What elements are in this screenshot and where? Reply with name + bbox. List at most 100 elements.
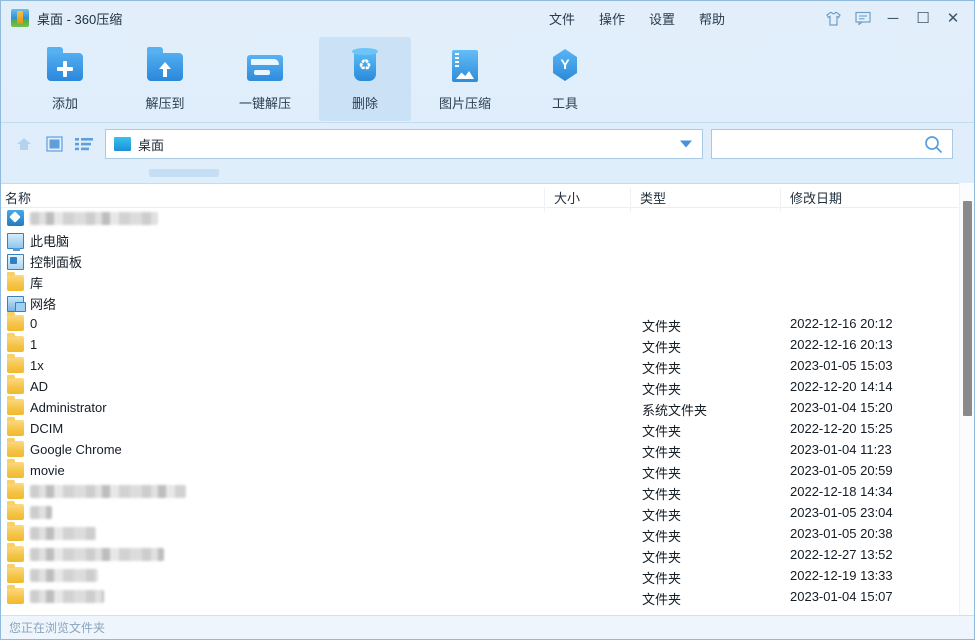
redacted-file-name	[30, 526, 96, 540]
table-row[interactable]: 网络	[1, 292, 974, 313]
table-row[interactable]: 0 文件夹 2022-12-16 20:12	[1, 312, 974, 334]
cell-name	[7, 543, 164, 562]
file-list: 名称 大小 类型 修改日期 此电脑 控制面板库网络 0 文件夹 2022-12-16 2…	[1, 183, 974, 615]
cell-name: 此电脑	[7, 231, 70, 251]
cell-name: 0	[7, 312, 37, 331]
table-row[interactable]: 控制面板	[1, 250, 974, 271]
file-name: 此电脑	[30, 234, 70, 249]
up-arrow-icon[interactable]	[11, 132, 37, 156]
table-row[interactable]: 文件夹 2023-01-04 15:07	[1, 585, 974, 607]
thumbnail-view-icon[interactable]	[41, 132, 67, 156]
app-icon	[7, 210, 24, 226]
cell-date: 2022-12-19 13:33	[790, 568, 893, 583]
shirt-icon[interactable]	[818, 5, 848, 31]
cell-name: 1	[7, 333, 38, 352]
list-view-icon[interactable]	[71, 132, 97, 156]
cell-date: 2022-12-16 20:12	[790, 316, 893, 331]
cell-type: 文件夹	[642, 487, 682, 502]
column-header-date[interactable]: 修改日期	[790, 188, 842, 207]
search-icon[interactable]	[924, 135, 943, 159]
redacted-file-name	[30, 505, 52, 519]
cell-type: 文件夹	[642, 571, 682, 586]
menu-help[interactable]: 帮助	[687, 5, 737, 32]
cell-type: 文件夹	[642, 445, 682, 460]
chevron-down-icon[interactable]	[680, 140, 692, 148]
toolbar-button-delete[interactable]: 删除	[319, 36, 411, 121]
horizontal-scrollbar[interactable]	[149, 169, 219, 177]
folder-icon	[7, 417, 24, 436]
menu-file[interactable]: 文件	[537, 5, 587, 32]
search-input[interactable]	[720, 131, 920, 157]
toolbar-button-extract-to[interactable]: 解压到	[119, 37, 211, 121]
cell-name: 1x	[7, 354, 44, 373]
table-row[interactable]: 文件夹 2023-01-05 20:38	[1, 522, 974, 544]
file-name: 1x	[30, 357, 44, 373]
folder-icon	[7, 501, 24, 520]
path-combobox[interactable]: 桌面	[105, 129, 703, 159]
table-row[interactable]: 库	[1, 271, 974, 292]
window-controls: ─ ☐ ✕	[818, 1, 968, 35]
file-name: movie	[30, 462, 65, 478]
status-text: 您正在浏览文件夹	[9, 621, 106, 635]
column-header-row: 名称 大小 类型 修改日期	[1, 184, 974, 212]
toolbar-button-one-click-extract[interactable]: 一键解压	[219, 37, 311, 121]
cell-date: 2023-01-05 23:04	[790, 505, 893, 520]
cell-name: DCIM	[7, 417, 64, 436]
table-row[interactable]: Google Chrome 文件夹 2023-01-04 11:23	[1, 438, 974, 460]
toolbar-button-tools[interactable]: 工具	[519, 37, 611, 121]
cell-type: 文件夹	[642, 340, 682, 355]
cell-name	[7, 585, 104, 604]
cell-date: 2023-01-05 20:59	[790, 463, 893, 478]
tools-icon	[543, 45, 587, 85]
file-name: DCIM	[30, 420, 64, 436]
cell-type: 文件夹	[642, 529, 682, 544]
table-row[interactable]: Administrator 系统文件夹 2023-01-04 15:20	[1, 396, 974, 418]
redacted-file-name	[30, 589, 104, 603]
folder-icon	[7, 543, 24, 562]
vertical-scrollbar[interactable]	[959, 183, 974, 615]
toolbar-button-image-compress[interactable]: 图片压缩	[419, 37, 511, 121]
table-row[interactable]: 文件夹 2022-12-19 13:33	[1, 564, 974, 586]
column-header-type[interactable]: 类型	[640, 188, 666, 207]
folder-icon	[7, 375, 24, 394]
message-icon[interactable]	[848, 5, 878, 31]
table-row[interactable]: 1 文件夹 2022-12-16 20:13	[1, 333, 974, 355]
cell-name	[7, 564, 98, 583]
file-name: 1	[30, 336, 38, 352]
search-box[interactable]	[711, 129, 953, 159]
file-name: 网络	[30, 297, 57, 312]
cell-date: 2023-01-05 15:03	[790, 358, 893, 373]
title-bar: 桌面 - 360压缩 文件 操作 设置 帮助 ─ ☐ ✕	[1, 1, 974, 35]
table-row[interactable]: 文件夹 2023-01-05 23:04	[1, 501, 974, 523]
table-row[interactable]	[1, 208, 974, 229]
table-row[interactable]: 1x 文件夹 2023-01-05 15:03	[1, 354, 974, 376]
maximize-button[interactable]: ☐	[908, 5, 938, 31]
cell-date: 2022-12-16 20:13	[790, 337, 893, 352]
toolbar-button-add[interactable]: 添加	[19, 37, 111, 121]
table-row[interactable]: AD 文件夹 2022-12-20 14:14	[1, 375, 974, 397]
menu-bar: 文件 操作 设置 帮助	[537, 1, 737, 35]
folder-icon	[7, 480, 24, 499]
folder-icon	[7, 522, 24, 541]
cell-name	[7, 501, 52, 520]
scrollbar-thumb[interactable]	[963, 201, 972, 416]
table-row[interactable]: 此电脑	[1, 229, 974, 251]
minimize-button[interactable]: ─	[878, 5, 908, 31]
table-row[interactable]: movie 文件夹 2023-01-05 20:59	[1, 459, 974, 481]
cell-type: 系统文件夹	[642, 403, 708, 418]
toolbar-label-delete: 删除	[351, 96, 378, 111]
column-header-size[interactable]: 大小	[554, 188, 580, 207]
table-row[interactable]: DCIM 文件夹 2022-12-20 15:25	[1, 417, 974, 439]
menu-action[interactable]: 操作	[587, 5, 637, 32]
add-folder-icon	[43, 45, 87, 85]
table-row[interactable]: 文件夹 2022-12-18 14:34	[1, 480, 974, 502]
extract-to-icon	[143, 45, 187, 85]
folder-icon	[7, 312, 24, 331]
menu-settings[interactable]: 设置	[637, 5, 687, 32]
table-row[interactable]: 文件夹 2022-12-27 13:52	[1, 543, 974, 565]
window-title: 桌面 - 360压缩	[37, 11, 123, 27]
close-button[interactable]: ✕	[938, 5, 968, 31]
cell-type: 文件夹	[642, 550, 682, 565]
folder-icon	[7, 354, 24, 373]
column-header-name[interactable]: 名称	[5, 188, 31, 207]
